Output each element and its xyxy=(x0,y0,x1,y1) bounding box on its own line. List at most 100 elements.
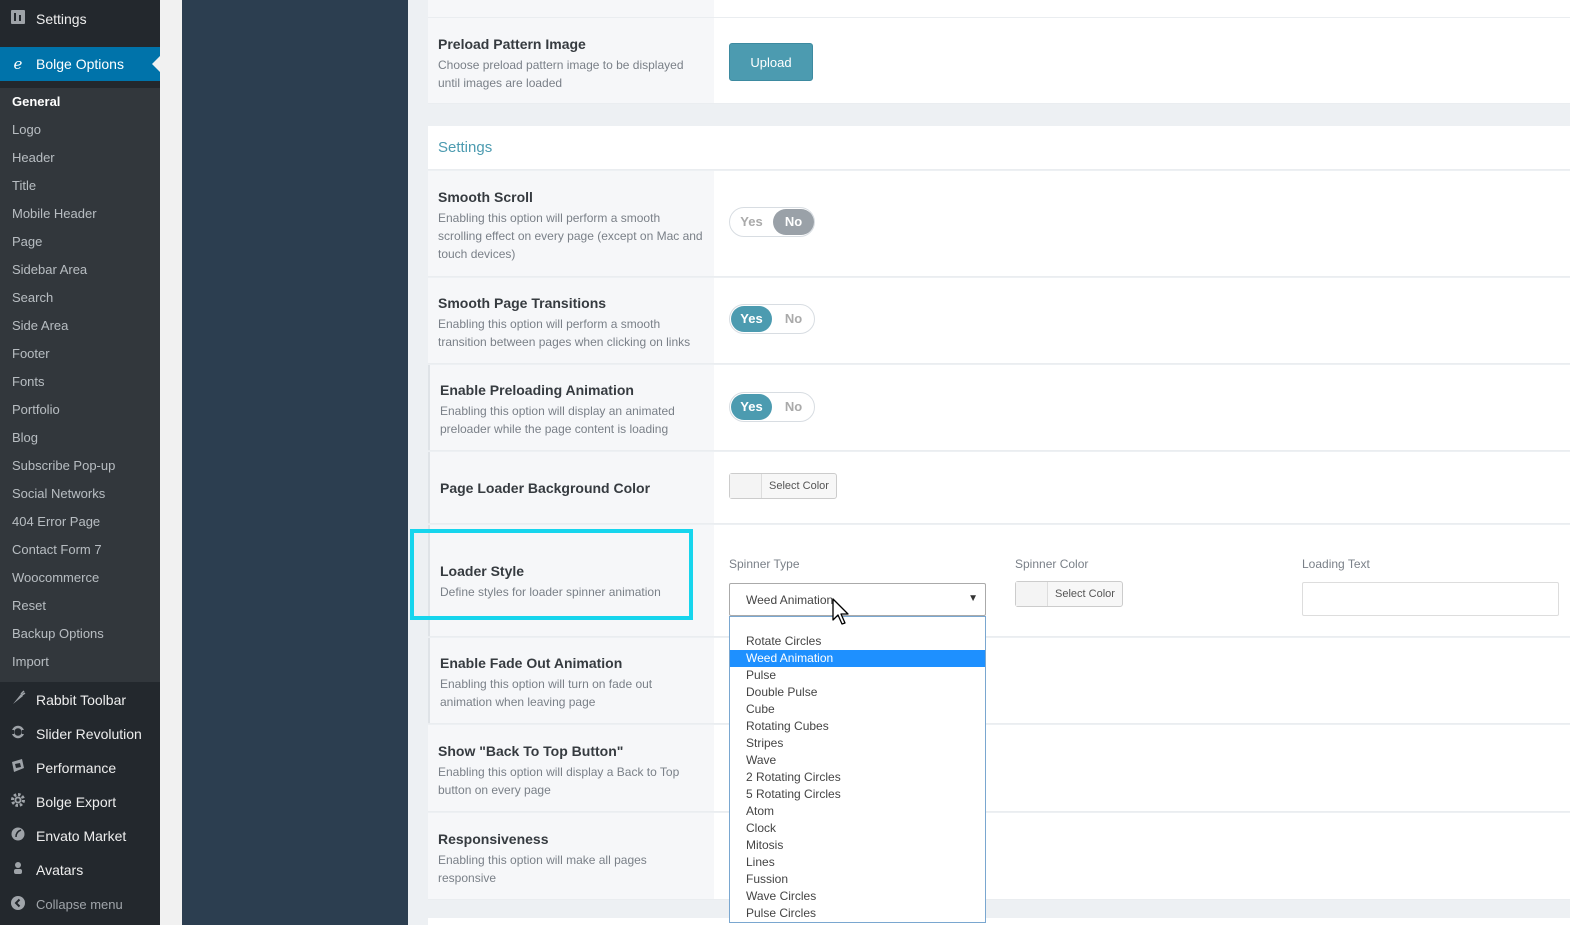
submenu-item-subscribe-popup[interactable]: Subscribe Pop-up xyxy=(0,452,160,480)
dropdown-option-wave[interactable]: Wave xyxy=(730,752,985,769)
submenu-item-fonts[interactable]: Fonts xyxy=(0,368,160,396)
collapse-menu-button[interactable]: Collapse menu xyxy=(0,887,160,921)
submenu-item-logo[interactable]: Logo xyxy=(0,116,160,144)
smooth-scroll-yes[interactable]: Yes xyxy=(731,209,772,235)
submenu-item-backup-options[interactable]: Backup Options xyxy=(0,620,160,648)
preloading-title: Enable Preloading Animation xyxy=(440,382,634,398)
fade-out-row: Enable Fade Out Animation Enabling this … xyxy=(428,638,1570,724)
menu-performance-label: Performance xyxy=(36,760,117,776)
responsiveness-title: Responsiveness xyxy=(438,831,549,847)
preloading-label-cell: Enable Preloading Animation Enabling thi… xyxy=(428,365,714,450)
submenu-item-portfolio[interactable]: Portfolio xyxy=(0,396,160,424)
fade-out-desc: Enabling this option will turn on fade o… xyxy=(440,677,653,709)
dropdown-option-wave-circles[interactable]: Wave Circles xyxy=(730,888,985,905)
dropdown-option-clock[interactable]: Clock xyxy=(730,820,985,837)
submenu-item-sidebar-area[interactable]: Sidebar Area xyxy=(0,256,160,284)
submenu-item-blog[interactable]: Blog xyxy=(0,424,160,452)
collapse-icon xyxy=(0,895,36,914)
dropdown-option-rotate-circles[interactable]: Rotate Circles xyxy=(730,633,985,650)
responsiveness-desc: Enabling this option will make all pages… xyxy=(438,853,647,885)
menu-avatars[interactable]: Avatars xyxy=(0,853,160,887)
preloading-no[interactable]: No xyxy=(773,394,814,420)
back-to-top-row: Show "Back To Top Button" Enabling this … xyxy=(428,725,1570,812)
dropdown-option-weed-animation[interactable]: Weed Animation xyxy=(730,650,985,667)
back-to-top-label-cell: Show "Back To Top Button" Enabling this … xyxy=(428,725,714,811)
submenu-item-side-area[interactable]: Side Area xyxy=(0,312,160,340)
smooth-transitions-yes[interactable]: Yes xyxy=(731,306,772,332)
dropdown-option-5-rotating-circles[interactable]: 5 Rotating Circles xyxy=(730,786,985,803)
submenu-item-mobile-header[interactable]: Mobile Header xyxy=(0,200,160,228)
submenu-item-contact-form-7[interactable]: Contact Form 7 xyxy=(0,536,160,564)
submenu-item-search[interactable]: Search xyxy=(0,284,160,312)
admin-sidebar: Settings e Bolge Options General Logo He… xyxy=(0,0,160,925)
next-option-row xyxy=(428,918,1570,925)
dropdown-option-atom[interactable]: Atom xyxy=(730,803,985,820)
menu-bolge-label: Bolge Options xyxy=(36,56,124,72)
dropdown-option-pulse-circles[interactable]: Pulse Circles xyxy=(730,905,985,922)
menu-envato-market[interactable]: Envato Market xyxy=(0,819,160,853)
carrot-icon xyxy=(0,690,36,710)
loader-bg-select-color[interactable]: Select Color xyxy=(762,480,836,492)
spinner-color-picker[interactable]: Select Color xyxy=(1015,581,1123,607)
menu-settings-label: Settings xyxy=(36,11,87,27)
menu-rabbit-toolbar[interactable]: Rabbit Toolbar xyxy=(0,683,160,717)
preload-pattern-label-cell: Preload Pattern Image Choose preload pat… xyxy=(428,18,714,103)
spinner-type-value: Weed Animation xyxy=(746,593,834,607)
preloading-toggle[interactable]: Yes No xyxy=(729,392,815,422)
smooth-transitions-toggle[interactable]: Yes No xyxy=(729,304,815,334)
smooth-scroll-desc: Enabling this option will perform a smoo… xyxy=(438,211,703,261)
dropdown-option-fussion[interactable]: Fussion xyxy=(730,871,985,888)
dropdown-option-stripes[interactable]: Stripes xyxy=(730,735,985,752)
previous-option-row xyxy=(428,0,1570,18)
loading-text-input[interactable] xyxy=(1302,582,1559,616)
dropdown-option-pulse[interactable]: Pulse xyxy=(730,667,985,684)
submenu-item-woocommerce[interactable]: Woocommerce xyxy=(0,564,160,592)
smooth-transitions-desc: Enabling this option will perform a smoo… xyxy=(438,317,691,349)
upload-button[interactable]: Upload xyxy=(729,43,813,81)
dropdown-option-rotating-cubes[interactable]: Rotating Cubes xyxy=(730,718,985,735)
preload-pattern-row: Preload Pattern Image Choose preload pat… xyxy=(428,18,1570,104)
submenu-item-page[interactable]: Page xyxy=(0,228,160,256)
spinner-type-select[interactable]: Weed Animation ▼ xyxy=(729,583,986,616)
previous-option-label-cell xyxy=(428,0,714,17)
submenu-item-import[interactable]: Import xyxy=(0,648,160,676)
loader-style-highlight xyxy=(410,529,693,620)
dropdown-option-mitosis[interactable]: Mitosis xyxy=(730,837,985,854)
settings-icon xyxy=(0,9,36,29)
submenu-item-404-error-page[interactable]: 404 Error Page xyxy=(0,508,160,536)
spinner-select-color[interactable]: Select Color xyxy=(1048,588,1122,600)
dropdown-option-double-pulse[interactable]: Double Pulse xyxy=(730,684,985,701)
preloading-row: Enable Preloading Animation Enabling thi… xyxy=(428,365,1570,451)
menu-settings[interactable]: Settings xyxy=(0,1,160,37)
dropdown-option-2-rotating-circles[interactable]: 2 Rotating Circles xyxy=(730,769,985,786)
smooth-transitions-no[interactable]: No xyxy=(773,306,814,332)
smooth-scroll-toggle[interactable]: Yes No xyxy=(729,207,815,237)
submenu-item-reset[interactable]: Reset xyxy=(0,592,160,620)
lower-menu: Rabbit Toolbar Slider Revolution Perform… xyxy=(0,683,160,921)
menu-slider-revolution-label: Slider Revolution xyxy=(36,726,142,742)
smooth-scroll-title: Smooth Scroll xyxy=(438,189,533,205)
submenu-item-social-networks[interactable]: Social Networks xyxy=(0,480,160,508)
smooth-scroll-no[interactable]: No xyxy=(773,209,814,235)
preloading-yes[interactable]: Yes xyxy=(731,394,772,420)
dropdown-option-cube[interactable]: Cube xyxy=(730,701,985,718)
submenu-item-general[interactable]: General xyxy=(0,88,160,116)
menu-bolge-export-label: Bolge Export xyxy=(36,794,117,810)
submenu-item-footer[interactable]: Footer xyxy=(0,340,160,368)
avatar-icon xyxy=(0,860,36,880)
submenu-item-title[interactable]: Title xyxy=(0,172,160,200)
preload-pattern-desc: Choose preload pattern image to be displ… xyxy=(438,58,684,90)
fade-out-title: Enable Fade Out Animation xyxy=(440,655,623,671)
leaf-icon xyxy=(0,826,36,846)
bolge-logo-icon: e xyxy=(13,55,23,73)
menu-bolge-options[interactable]: e Bolge Options xyxy=(0,47,160,81)
active-arrow xyxy=(152,56,160,72)
menu-performance[interactable]: Performance xyxy=(0,751,160,785)
menu-bolge-export[interactable]: Bolge Export xyxy=(0,785,160,819)
dropdown-option-lines[interactable]: Lines xyxy=(730,854,985,871)
submenu-item-header[interactable]: Header xyxy=(0,144,160,172)
spinner-color-label: Spinner Color xyxy=(1015,557,1089,571)
loader-bg-color-picker[interactable]: Select Color xyxy=(729,473,837,499)
menu-slider-revolution[interactable]: Slider Revolution xyxy=(0,717,160,751)
loader-bg-title: Page Loader Background Color xyxy=(440,480,651,496)
